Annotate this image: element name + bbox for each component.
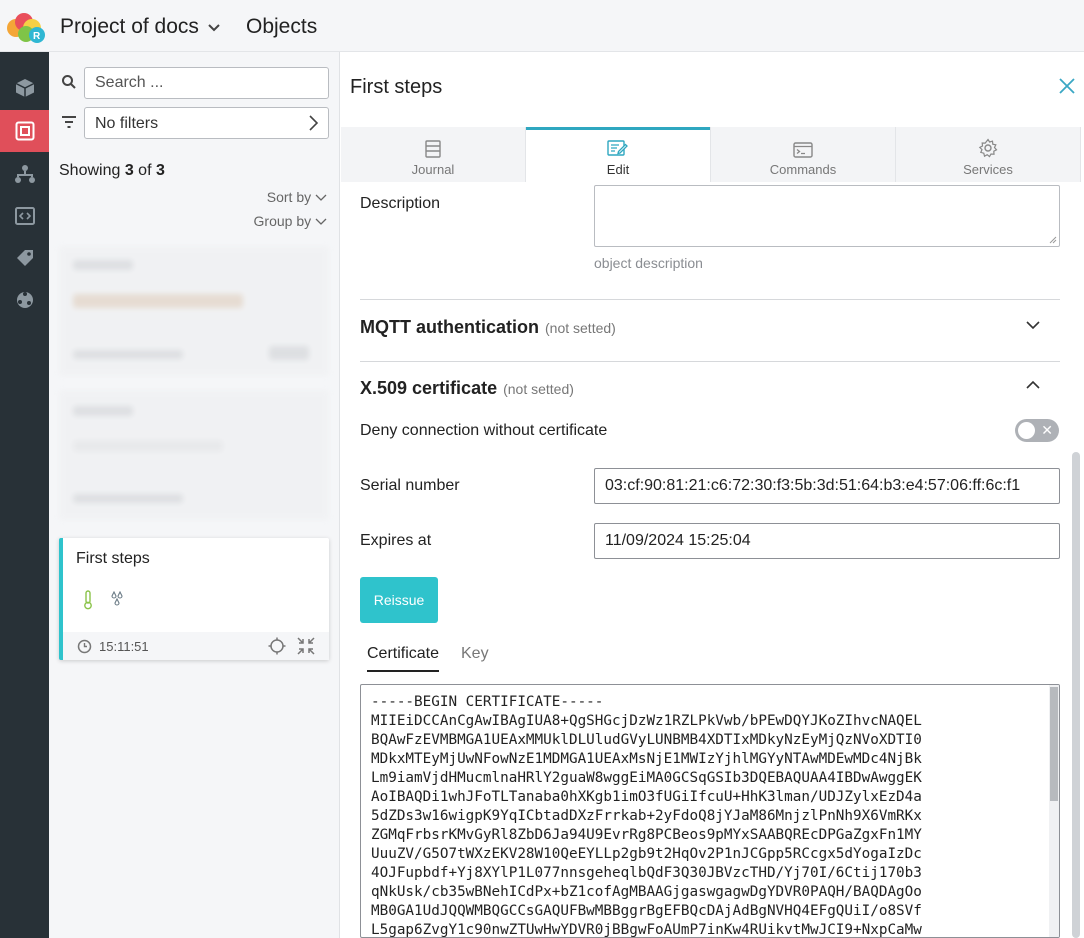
chevron-right-icon xyxy=(309,115,319,131)
card-title: First steps xyxy=(76,550,150,567)
divider xyxy=(360,361,1060,362)
tab-key[interactable]: Key xyxy=(461,645,489,663)
project-title: Project of docs xyxy=(60,15,199,38)
serial-number-field[interactable]: 03:cf:90:81:21:c6:72:30:f3:5b:3d:51:64:b… xyxy=(594,468,1060,504)
collapse-icon[interactable] xyxy=(296,636,316,656)
description-label: Description xyxy=(360,195,441,212)
tab-journal[interactable]: Journal xyxy=(341,127,526,182)
showing-count: Showing 3 of 3 xyxy=(59,162,165,179)
journal-icon xyxy=(425,140,441,158)
group-by-control[interactable]: Group by xyxy=(254,213,327,229)
x509-status: (not setted) xyxy=(503,381,574,397)
detail-title: First steps xyxy=(350,76,443,98)
list-item-first-steps[interactable]: First steps 15:11:51 xyxy=(59,538,329,660)
objects-icon xyxy=(15,121,34,141)
detail-tabs: Journal Edit Commands Services xyxy=(341,127,1081,182)
section-title: Objects xyxy=(246,15,318,38)
search-icon xyxy=(62,75,76,89)
serial-number-label: Serial number xyxy=(360,477,460,494)
certificate-scrollbar[interactable] xyxy=(1049,685,1059,937)
mqtt-title: MQTT authentication xyxy=(360,317,539,337)
tab-label: Services xyxy=(963,162,1013,177)
clock-icon xyxy=(77,639,92,654)
deny-connection-label: Deny connection without certificate xyxy=(360,422,608,439)
app-logo[interactable]: R xyxy=(4,10,48,44)
description-hint: object description xyxy=(594,255,703,271)
rail-item-tags[interactable] xyxy=(0,237,49,279)
hierarchy-icon xyxy=(14,165,35,183)
tab-commands[interactable]: Commands xyxy=(711,127,896,182)
mqtt-status: (not setted) xyxy=(545,320,616,336)
terminal-icon xyxy=(793,142,813,158)
toggle-knob xyxy=(1018,422,1035,439)
expires-at-label: Expires at xyxy=(360,532,432,549)
thermometer-icon xyxy=(84,590,92,610)
rail-item-objects[interactable] xyxy=(0,110,49,152)
certificate-text: -----BEGIN CERTIFICATE----- MIIEiDCCAnCg… xyxy=(371,694,922,938)
filter-selector[interactable]: No filters xyxy=(84,107,329,139)
search-input[interactable] xyxy=(85,68,328,98)
chevron-down-icon xyxy=(315,194,327,201)
tab-certificate[interactable]: Certificate xyxy=(367,645,440,672)
filter-icon xyxy=(62,116,76,128)
toggle-off-icon: ✕ xyxy=(1041,422,1053,438)
search-box xyxy=(84,67,329,99)
deny-connection-toggle[interactable]: ✕ xyxy=(1015,419,1059,442)
tab-label: Journal xyxy=(411,162,455,177)
sort-by-control[interactable]: Sort by xyxy=(267,189,327,205)
description-field[interactable] xyxy=(594,185,1060,247)
chevron-down-icon[interactable] xyxy=(1026,320,1040,330)
objects-list-panel: No filters Showing 3 of 3 Sort by Group … xyxy=(49,52,340,938)
filter-label: No filters xyxy=(95,115,159,132)
locate-icon[interactable] xyxy=(268,637,286,655)
project-selector[interactable]: Project of docs xyxy=(60,15,221,39)
reissue-button[interactable]: Reissue xyxy=(360,577,438,623)
x509-section-header[interactable]: X.509 certificate (not setted) xyxy=(360,378,574,399)
resize-handle-icon[interactable] xyxy=(1049,236,1057,244)
chevron-down-icon xyxy=(315,218,327,225)
chevron-up-icon[interactable] xyxy=(1026,380,1040,390)
chevron-down-icon xyxy=(208,24,220,32)
svg-text:R: R xyxy=(33,31,41,42)
tab-label: Commands xyxy=(769,162,837,177)
rail-item-code[interactable] xyxy=(0,195,49,237)
cube-icon xyxy=(15,79,34,97)
divider xyxy=(360,299,1060,300)
panel-scrollbar[interactable] xyxy=(1072,452,1080,938)
globe-network-icon xyxy=(16,292,33,308)
code-icon xyxy=(14,207,35,225)
card-footer: 15:11:51 xyxy=(63,632,329,660)
rail-item-cube[interactable] xyxy=(0,67,49,109)
top-bar: R Project of docs Objects xyxy=(0,0,1084,52)
tag-icon xyxy=(16,250,33,266)
scroll-thumb[interactable] xyxy=(1050,687,1058,801)
close-icon[interactable] xyxy=(1058,77,1076,95)
edit-icon xyxy=(607,140,628,156)
list-item-blurred[interactable] xyxy=(59,246,329,376)
left-rail xyxy=(0,52,49,938)
certificate-textarea[interactable]: -----BEGIN CERTIFICATE----- MIIEiDCCAnCg… xyxy=(360,684,1060,938)
rail-item-network[interactable] xyxy=(0,279,49,321)
tab-edit[interactable]: Edit xyxy=(526,127,711,182)
humidity-icon xyxy=(111,591,123,606)
card-timestamp: 15:11:51 xyxy=(99,639,149,654)
tab-label: Edit xyxy=(606,162,630,177)
tab-services[interactable]: Services xyxy=(896,127,1081,182)
object-detail-panel: First steps Journal Edit Commands Servic… xyxy=(341,52,1084,938)
expires-at-field[interactable]: 11/09/2024 15:25:04 xyxy=(594,523,1060,559)
rail-item-hierarchy[interactable] xyxy=(0,153,49,195)
mqtt-section-header[interactable]: MQTT authentication (not setted) xyxy=(360,317,616,338)
list-item-blurred[interactable] xyxy=(59,390,329,520)
x509-title: X.509 certificate xyxy=(360,378,498,398)
gear-icon xyxy=(978,138,998,158)
